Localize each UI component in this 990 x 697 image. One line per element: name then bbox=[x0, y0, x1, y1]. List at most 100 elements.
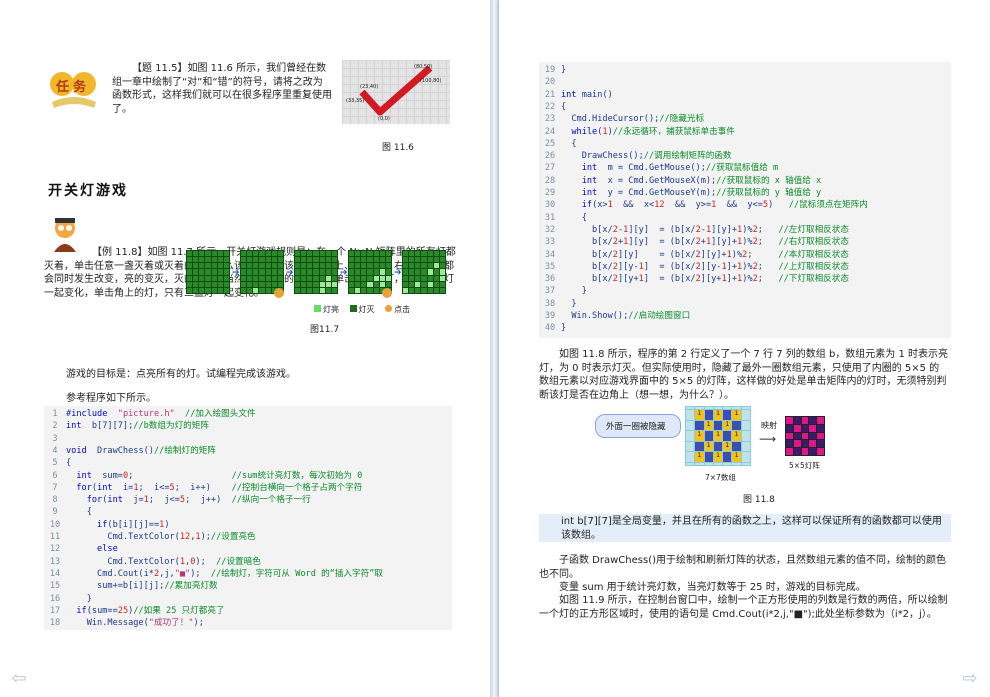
array-cell: 1 bbox=[713, 431, 723, 441]
code-line: 6 int sum=0; //sum统计亮灯数，每次初始为 0 bbox=[44, 470, 452, 482]
light-cell bbox=[793, 448, 801, 455]
line-number: 6 bbox=[52, 470, 58, 481]
line-number: 20 bbox=[544, 77, 556, 88]
code-text: { bbox=[66, 458, 72, 469]
array-cell bbox=[686, 410, 695, 420]
array-cell bbox=[723, 410, 732, 420]
light-cell bbox=[809, 432, 817, 440]
code-line: 19} bbox=[539, 64, 951, 76]
line-number: 3 bbox=[52, 433, 58, 444]
array-cell bbox=[741, 410, 750, 420]
array-cell: 1 bbox=[713, 452, 723, 462]
code-line: 21 int main() bbox=[539, 89, 951, 101]
code-text: b[x/2-1][y] = (b[x/2-1][y]+1)%2; //左灯取相反… bbox=[561, 224, 849, 235]
code-text: else bbox=[97, 544, 118, 555]
code-text: int y = Cmd.GetMouseY(m);//获取鼠标的 y 轴值给 y bbox=[581, 188, 822, 198]
array-cell: 1 bbox=[732, 452, 741, 462]
array-cell bbox=[741, 452, 750, 462]
code-text: b[x/2][y+1] = (b[x/2][y+1]+1)%2; //下灯取相反… bbox=[561, 274, 849, 285]
array-cell bbox=[723, 462, 732, 465]
array-cell bbox=[713, 407, 723, 410]
code-line: 7 for(int i=1; i<=5; i++) //控制台横向一个格子占两个… bbox=[44, 482, 452, 494]
code-line: 40} bbox=[539, 322, 951, 334]
arrow-icon: ➔ bbox=[232, 268, 240, 278]
light-grid bbox=[294, 250, 338, 294]
light-cell bbox=[817, 448, 824, 455]
legend-label: 灯灭 bbox=[358, 305, 375, 314]
line-number: 15 bbox=[49, 581, 61, 592]
paragraph-3: 变量 sum 用于统计亮灯数，当亮灯数等于 25 时，游戏的目标完成。 bbox=[559, 582, 866, 593]
code-text: { bbox=[561, 138, 577, 149]
line-number: 10 bbox=[49, 519, 61, 530]
code-text: Cmd.Cout(i*2,j,"■"); //绘制灯，字符可从 Word 的“插… bbox=[66, 568, 383, 579]
map-label: 映射 bbox=[761, 421, 777, 430]
code-line: 22 { bbox=[539, 101, 951, 113]
lights-caption: 5×5灯阵 bbox=[789, 461, 820, 470]
array-cell bbox=[741, 431, 750, 441]
array-cell: 1 bbox=[704, 420, 713, 431]
hand-pointer-icon bbox=[382, 288, 392, 298]
map-arrow-icon: ⟶ bbox=[759, 432, 777, 446]
prev-page-button[interactable]: ⇦ bbox=[8, 668, 30, 689]
line-number: 34 bbox=[544, 249, 556, 260]
line-number: 36 bbox=[544, 274, 556, 285]
line-number: 14 bbox=[49, 568, 61, 579]
legend: 灯亮 灯灭 点击 bbox=[314, 304, 410, 315]
light-cell bbox=[801, 424, 809, 432]
code-text: DrawChess();//调用绘制矩阵的函数 bbox=[561, 151, 732, 162]
right-page: 19} 20 21 int main() 22{23 Cmd.HideCursor();… bbox=[499, 0, 990, 697]
code-line: 31 { bbox=[539, 212, 951, 224]
code-line: 30 if(x>1 && x<12 && y>=1 && y<=5) //鼠标须… bbox=[539, 199, 951, 211]
line-number: 30 bbox=[544, 200, 556, 211]
line-number: 12 bbox=[49, 544, 61, 555]
code-text: void DrawChess()//绘制灯的矩阵 bbox=[66, 445, 216, 456]
code-line: 34 b[x/2][y] = (b[x/2][y]+1)%2; //本灯取相反状… bbox=[539, 249, 951, 261]
array-cell: 1 bbox=[723, 441, 732, 452]
left-arrow-icon: ⇦ bbox=[11, 668, 27, 689]
code-text: while(1)//永远循环，捕获鼠标单击事件 bbox=[571, 126, 735, 137]
array-cell bbox=[686, 407, 695, 410]
task-badge-label: 任务 bbox=[56, 80, 91, 95]
light-cell bbox=[786, 424, 793, 432]
line-number: 1 bbox=[52, 409, 58, 419]
array-cell: 1 bbox=[695, 431, 704, 441]
array-cell bbox=[723, 452, 732, 462]
array-cell bbox=[732, 462, 741, 465]
array-cell: 1 bbox=[732, 410, 741, 420]
array-cell bbox=[686, 452, 695, 462]
light-cell bbox=[801, 440, 809, 448]
code-line: 26 DrawChess();//调用绘制矩阵的函数 bbox=[539, 150, 951, 162]
code-line: 1 #include "picture.h" //加入绘图头文件 bbox=[44, 408, 452, 420]
code-line: 10 if(b[i][j]==1) bbox=[44, 519, 452, 531]
paragraph-4: 如图 11.9 所示，在控制台窗口中，绘制一个正方形使用的列数是行数的两倍，所以… bbox=[539, 595, 948, 620]
light-cell bbox=[786, 417, 793, 424]
light-cell bbox=[809, 448, 817, 455]
light-cell bbox=[801, 417, 809, 424]
point-label: (80,50) bbox=[414, 64, 433, 70]
array-cell: 1 bbox=[732, 431, 741, 441]
code-line: 11 Cmd.TextColor(12,1);//设置亮色 bbox=[44, 531, 452, 543]
code-block-right: 19} 20 21 int main() 22{23 Cmd.HideCursor();… bbox=[539, 62, 951, 338]
array-cell: 1 bbox=[713, 410, 723, 420]
line-number: 29 bbox=[544, 188, 556, 198]
code-block-left: 1 #include "picture.h" //加入绘图头文件 2 int b[7]… bbox=[44, 406, 452, 630]
light-grid bbox=[186, 250, 230, 294]
array-caption: 7×7数组 bbox=[705, 473, 736, 482]
line-number: 18 bbox=[49, 618, 61, 629]
code-text: Cmd.TextColor(1,0); //设置暗色 bbox=[66, 556, 261, 567]
code-line: 38 } bbox=[539, 298, 951, 310]
array-cell bbox=[704, 462, 713, 465]
line-number: 26 bbox=[544, 151, 556, 162]
next-page-button[interactable]: ⇨ bbox=[959, 670, 981, 688]
code-text: #include "picture.h" //加入绘图头文件 bbox=[66, 409, 256, 419]
array-cell bbox=[732, 420, 741, 431]
code-line: 28 int x = Cmd.GetMouseX(m);//获取鼠标的 x 轴值… bbox=[539, 175, 951, 187]
code-text: Win.Message("成功了！"); bbox=[66, 618, 204, 629]
code-line: 20 bbox=[539, 76, 951, 88]
line-number: 22 bbox=[544, 101, 556, 112]
callout-bubble: 外面一圈被隐藏 bbox=[595, 414, 681, 438]
line-number: 25 bbox=[544, 138, 556, 149]
line-number: 24 bbox=[544, 126, 556, 137]
array-cell bbox=[704, 407, 713, 410]
array-cell bbox=[741, 420, 750, 431]
